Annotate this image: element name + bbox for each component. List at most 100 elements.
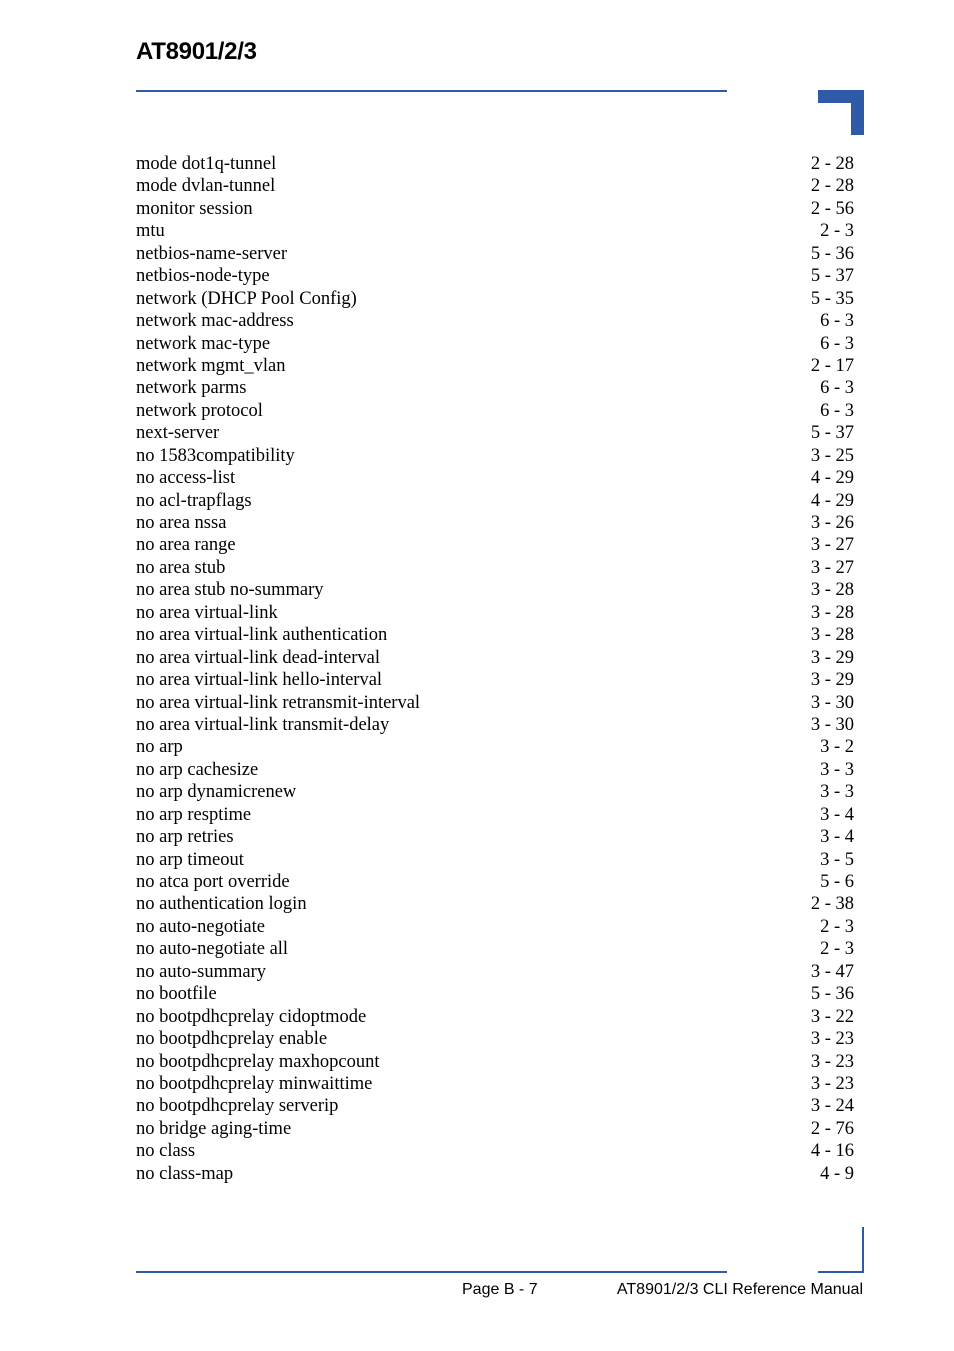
- index-term: mode dot1q-tunnel: [136, 154, 277, 174]
- index-page-ref: 6 - 3: [820, 378, 854, 399]
- index-page-ref: 3 - 25: [810, 445, 854, 466]
- index-page-ref: 3 - 23: [810, 1073, 854, 1094]
- index-page-ref: 5 - 37: [810, 266, 854, 287]
- index-term: network (DHCP Pool Config): [136, 288, 357, 309]
- index-entry: network mac-address 6 - 3: [136, 310, 854, 332]
- index-entry: monitor session 2 - 56: [136, 198, 854, 220]
- index-term: no class: [136, 1141, 196, 1162]
- index-page-ref: 4 - 16: [810, 1141, 854, 1162]
- page-number: Page B - 7: [462, 1281, 538, 1298]
- index-term: no area nssa: [136, 513, 227, 533]
- index-page-ref: 3 - 28: [810, 602, 854, 623]
- index-entry: no arp timeout 3 - 5: [136, 849, 854, 871]
- index-entry: no arp 3 - 2: [136, 736, 854, 758]
- index-entry: network parms 6 - 3: [136, 377, 854, 399]
- header-corner-mark-vertical: [851, 90, 864, 135]
- index-entry: no bootpdhcprelay serverip 3 - 24: [136, 1095, 854, 1117]
- index-entry: no authentication login 2 - 38: [136, 893, 854, 915]
- index-term: no bootpdhcprelay serverip: [136, 1096, 339, 1117]
- index-term: no area virtual-link dead-interval: [136, 647, 380, 668]
- index-page-ref: 3 - 3: [820, 782, 854, 803]
- index-entry: no area virtual-link 3 - 28: [136, 602, 854, 624]
- index-page-ref: 4 - 9: [820, 1163, 854, 1184]
- index-entry: no arp resptime 3 - 4: [136, 804, 854, 826]
- index-page-ref: 4 - 29: [810, 468, 854, 489]
- index-entry: no area stub 3 - 27: [136, 557, 854, 579]
- index-term: no bootpdhcprelay minwaittime: [136, 1073, 373, 1094]
- index-entry: no class-map 4 - 9: [136, 1163, 854, 1185]
- index-page-ref: 5 - 6: [820, 872, 854, 892]
- index-page-ref: 2 - 3: [820, 916, 854, 937]
- index-term: no area virtual-link: [136, 602, 278, 623]
- index-term: no arp resptime: [136, 804, 252, 825]
- index-page-ref: 3 - 3: [820, 759, 854, 780]
- index-term: no arp dynamicrenew: [136, 782, 297, 803]
- index-entry: no bootfile 5 - 36: [136, 983, 854, 1005]
- index-term: no auto-negotiate all: [136, 939, 289, 960]
- index-page-ref: 3 - 23: [810, 1029, 854, 1050]
- index-entry: next-server 5 - 37: [136, 422, 854, 444]
- index-page-ref: 3 - 28: [810, 580, 854, 601]
- index-page-ref: 2 - 56: [810, 198, 854, 219]
- index-page-ref: 3 - 28: [810, 625, 854, 646]
- index-term: no area virtual-link retransmit-interval: [136, 692, 421, 713]
- index-term: network mgmt_vlan: [136, 355, 286, 376]
- index-term: network parms: [136, 378, 247, 399]
- index-page-ref: 2 - 3: [820, 221, 854, 242]
- index-term: no arp: [136, 737, 183, 758]
- index-page-ref: 3 - 4: [820, 827, 854, 848]
- index-entry: no area virtual-link dead-interval 3 - 29: [136, 647, 854, 669]
- index-entry: no auto-negotiate 2 - 3: [136, 916, 854, 938]
- index-entry: no arp retries 3 - 4: [136, 826, 854, 848]
- index-page-ref: 5 - 36: [810, 984, 854, 1005]
- index-term: netbios-name-server: [136, 243, 288, 264]
- index-term: mtu: [136, 221, 165, 242]
- index-page-ref: 2 - 28: [810, 176, 854, 197]
- index-page-ref: 3 - 26: [810, 513, 854, 533]
- index-page-ref: 3 - 30: [810, 714, 854, 735]
- index-page-ref: 3 - 30: [810, 692, 854, 713]
- index-term: no bootpdhcprelay enable: [136, 1029, 328, 1050]
- index-entry: no acl-trapflags 4 - 29: [136, 490, 854, 512]
- index-entry: no area stub no-summary 3 - 28: [136, 579, 854, 601]
- index-entry: netbios-node-type 5 - 37: [136, 265, 854, 287]
- footer-corner-mark: [818, 1271, 864, 1273]
- index-page-ref: 5 - 36: [810, 243, 854, 264]
- index-entry: no bootpdhcprelay enable 3 - 23: [136, 1028, 854, 1050]
- index-entry: no bootpdhcprelay minwaittime 3 - 23: [136, 1073, 854, 1095]
- index-entry: no area virtual-link transmit-delay 3 - 3…: [136, 714, 854, 736]
- index-entry: no atca port override 5 - 6: [136, 871, 854, 893]
- index-term: mode dvlan-tunnel: [136, 176, 276, 197]
- index-page-ref: 3 - 2: [820, 737, 854, 758]
- index-page-ref: 3 - 22: [810, 1006, 854, 1027]
- index-page-ref: 3 - 27: [810, 557, 854, 578]
- index-term: no area range: [136, 535, 236, 556]
- index-term: no 1583compatibility: [136, 445, 295, 466]
- index-term: no auto-negotiate: [136, 916, 265, 937]
- index-page-ref: 2 - 28: [810, 154, 854, 174]
- index-entry: no 1583compatibility 3 - 25: [136, 445, 854, 467]
- index-term: no authentication login: [136, 894, 307, 915]
- index-entry: mode dvlan-tunnel 2 - 28: [136, 175, 854, 197]
- index-page-ref: 3 - 29: [810, 670, 854, 691]
- index-term: no access-list: [136, 468, 236, 489]
- footer-divider: [136, 1271, 727, 1273]
- index-entry: no arp cachesize 3 - 3: [136, 759, 854, 781]
- index-term: network mac-address: [136, 311, 294, 332]
- document-header-title: AT8901/2/3: [136, 38, 257, 65]
- index-term: no area stub no-summary: [136, 580, 324, 601]
- index-page-ref: 6 - 3: [820, 333, 854, 354]
- index-page-ref: 3 - 29: [810, 647, 854, 668]
- index-term: no arp cachesize: [136, 759, 259, 780]
- index-page-ref: 3 - 24: [810, 1096, 854, 1117]
- index-entry: no auto-summary 3 - 47: [136, 961, 854, 983]
- manual-title: AT8901/2/3 CLI Reference Manual: [616, 1281, 863, 1298]
- index-term: no class-map: [136, 1163, 234, 1184]
- index-page-ref: 5 - 37: [810, 423, 854, 444]
- index-list: mode dot1q-tunnel 2 - 28 mode dvlan-tunnel…: [136, 153, 854, 1185]
- index-page-ref: 6 - 3: [820, 400, 854, 421]
- index-entry: no area range 3 - 27: [136, 534, 854, 556]
- index-entry: no area nssa 3 - 26: [136, 512, 854, 534]
- index-term: no bootpdhcprelay maxhopcount: [136, 1051, 380, 1072]
- index-term: network protocol: [136, 400, 263, 421]
